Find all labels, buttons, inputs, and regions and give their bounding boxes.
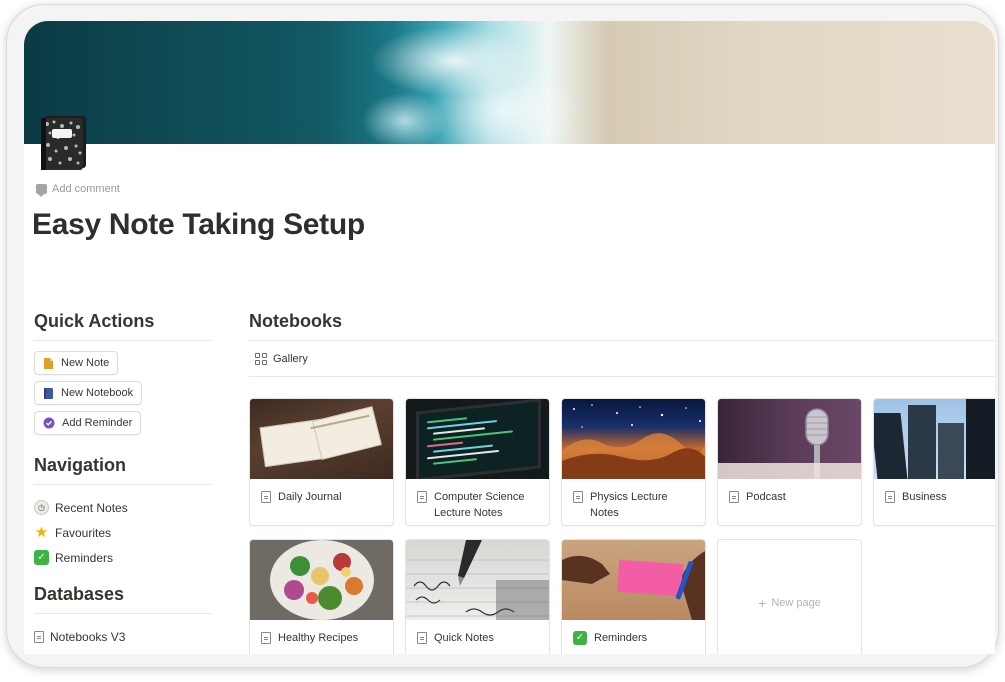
card-title: Physics Lecture Notes	[590, 491, 668, 519]
card-computer-science-lecture-notes[interactable]: Computer Science Lecture Notes	[405, 398, 550, 526]
tablet-frame: Add comment Easy Note Taking Setup Quick…	[6, 4, 999, 668]
gallery-view-label: Gallery	[273, 352, 308, 365]
databases-heading: Databases	[34, 584, 212, 614]
card-physics-lecture-notes[interactable]: Physics Lecture Notes	[561, 398, 706, 526]
page-icon	[417, 491, 427, 503]
nav-item-reminders[interactable]: ✓ Reminders	[34, 545, 212, 570]
card-title: Business	[902, 491, 947, 503]
note-icon	[44, 357, 53, 369]
nav-item-recent-notes[interactable]: ◷ Recent Notes	[34, 495, 212, 520]
gallery-grid-icon	[255, 352, 267, 365]
add-reminder-button[interactable]: Add Reminder	[34, 411, 142, 435]
reminder-check-icon	[43, 417, 55, 429]
plus-icon: +	[758, 595, 767, 611]
new-page-card[interactable]: + New page	[717, 539, 862, 654]
card-podcast[interactable]: Podcast	[717, 398, 862, 526]
salad-bowl-image	[250, 540, 393, 620]
page-icon	[885, 491, 895, 503]
card-business[interactable]: Business	[873, 398, 995, 526]
card-title: Healthy Recipes	[278, 632, 359, 644]
open-journal-image	[250, 399, 393, 479]
app-screen: Add comment Easy Note Taking Setup Quick…	[24, 21, 995, 654]
page-icon	[34, 630, 44, 643]
new-note-button[interactable]: New Note	[34, 351, 119, 375]
skyscrapers-image	[874, 399, 995, 479]
database-item-notebooks-v3[interactable]: Notebooks V3	[34, 624, 212, 649]
quick-actions-heading: Quick Actions	[34, 311, 212, 341]
card-title: Reminders	[594, 632, 648, 644]
navigation-heading: Navigation	[34, 455, 212, 485]
add-comment-button[interactable]: Add comment	[36, 183, 120, 197]
composition-notebook-icon	[41, 116, 86, 170]
notebooks-heading: Notebooks	[249, 311, 995, 341]
pen-writing-image	[406, 540, 549, 620]
database-item-label: Notebooks V3	[50, 629, 126, 644]
nav-item-label: Recent Notes	[55, 500, 128, 515]
page-icon	[573, 491, 583, 503]
todo-sticky-image	[562, 540, 705, 620]
laptop-code-image	[406, 399, 549, 479]
add-reminder-label: Add Reminder	[62, 417, 133, 429]
notebooks-section: Notebooks Gallery Daily Journal Computer…	[249, 311, 995, 654]
page-icon	[417, 632, 427, 644]
comment-icon	[36, 184, 47, 197]
card-title: Quick Notes	[434, 632, 494, 644]
microphone-image	[718, 399, 861, 479]
nebula-image	[562, 399, 705, 479]
card-daily-journal[interactable]: Daily Journal	[249, 398, 394, 526]
nav-item-favourites[interactable]: ★ Favourites	[34, 520, 212, 545]
new-note-label: New Note	[61, 357, 110, 369]
page-title: Easy Note Taking Setup	[32, 208, 365, 241]
add-comment-label: Add comment	[52, 183, 120, 195]
card-healthy-recipes[interactable]: Healthy Recipes	[249, 539, 394, 654]
notebook-icon	[44, 387, 53, 399]
new-page-label: New page	[771, 597, 821, 609]
page-cover-image	[24, 21, 995, 144]
check-icon: ✓	[34, 550, 49, 565]
card-title: Podcast	[746, 491, 786, 503]
page-icon	[729, 491, 739, 503]
check-icon: ✓	[573, 631, 587, 645]
star-icon: ★	[34, 524, 49, 541]
card-quick-notes[interactable]: Quick Notes	[405, 539, 550, 654]
left-column: Quick Actions New Note New Notebook Add …	[34, 311, 212, 649]
clock-icon: ◷	[34, 500, 49, 515]
nav-item-label: Favourites	[55, 525, 112, 540]
card-title: Daily Journal	[278, 491, 342, 503]
new-notebook-button[interactable]: New Notebook	[34, 381, 143, 405]
nav-item-label: Reminders	[55, 550, 114, 565]
new-notebook-label: New Notebook	[61, 387, 134, 399]
gallery-view-tab[interactable]: Gallery	[249, 341, 995, 377]
card-reminders[interactable]: ✓ Reminders	[561, 539, 706, 654]
card-title: Computer Science Lecture Notes	[434, 491, 525, 519]
page-icon	[261, 632, 271, 644]
page-icon	[261, 491, 271, 503]
